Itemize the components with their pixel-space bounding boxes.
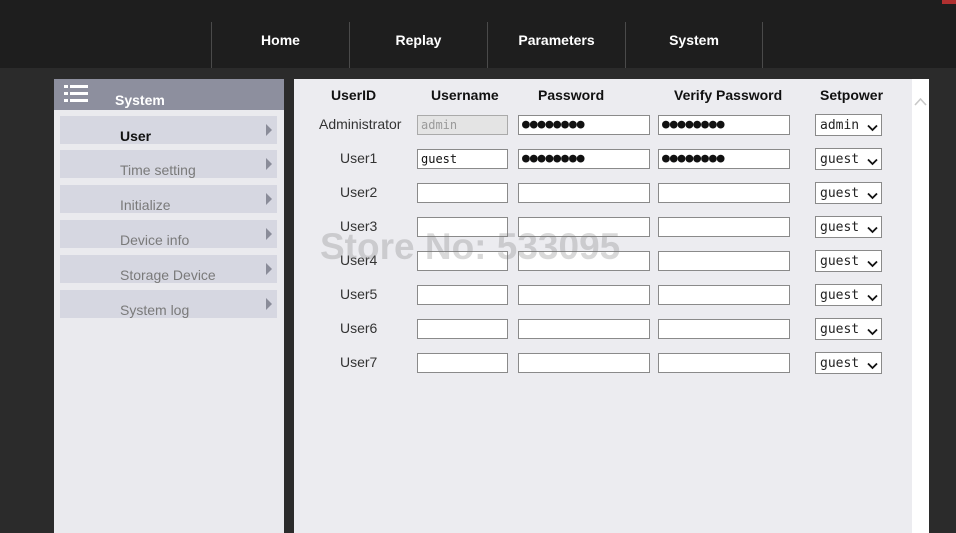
column-header-setpower: Setpower: [820, 87, 884, 103]
main-nav: Home Replay Parameters System: [211, 22, 763, 68]
chevron-right-icon: [265, 227, 273, 244]
chevron-right-icon: [265, 192, 273, 209]
setpower-select[interactable]: guest: [815, 284, 882, 306]
password-field[interactable]: ●●●●●●●●: [518, 115, 650, 135]
chevron-down-icon: [867, 359, 878, 374]
chevron-down-icon: [867, 155, 878, 170]
setpower-select[interactable]: guest: [815, 318, 882, 340]
user-id-label: User6: [340, 320, 378, 336]
username-field[interactable]: [417, 251, 508, 271]
nav-system[interactable]: System: [625, 22, 763, 68]
verify-password-field[interactable]: [658, 251, 790, 271]
verify-password-field[interactable]: [658, 319, 790, 339]
sidebar-title: System: [115, 92, 165, 108]
chevron-down-icon: [867, 223, 878, 238]
username-field[interactable]: [417, 217, 508, 237]
verify-password-field[interactable]: ●●●●●●●●: [658, 115, 790, 135]
chevron-right-icon: [265, 262, 273, 279]
setpower-value: guest: [820, 254, 860, 269]
column-header-userid: UserID: [331, 87, 377, 103]
sidebar: System User Time setting Initialize Devi…: [54, 79, 284, 533]
setpower-select[interactable]: admin: [815, 114, 882, 136]
sidebar-item-label: Time setting: [120, 162, 196, 178]
user-id-label: User3: [340, 218, 378, 234]
setpower-value: guest: [820, 356, 860, 371]
setpower-select[interactable]: guest: [815, 148, 882, 170]
nav-parameters[interactable]: Parameters: [487, 22, 625, 68]
username-field[interactable]: [417, 285, 508, 305]
chevron-right-icon: [265, 297, 273, 314]
chevron-down-icon: [867, 121, 878, 136]
column-header-username: Username: [431, 87, 499, 103]
verify-password-field[interactable]: [658, 353, 790, 373]
setpower-select[interactable]: guest: [815, 216, 882, 238]
chevron-down-icon: [867, 291, 878, 306]
setpower-select[interactable]: guest: [815, 250, 882, 272]
username-field[interactable]: [417, 183, 508, 203]
password-field[interactable]: [518, 251, 650, 271]
setpower-value: guest: [820, 220, 860, 235]
user-id-label: User2: [340, 184, 378, 200]
column-header-verify-password: Verify Password: [674, 87, 783, 103]
user-id-label: User5: [340, 286, 378, 302]
corner-accent: [942, 0, 956, 4]
username-field[interactable]: [417, 319, 508, 339]
setpower-select[interactable]: guest: [815, 182, 882, 204]
nav-home[interactable]: Home: [211, 22, 349, 68]
nav-replay[interactable]: Replay: [349, 22, 487, 68]
setpower-value: guest: [820, 186, 860, 201]
chevron-right-icon: [265, 157, 273, 174]
sidebar-item-label: Device info: [120, 232, 190, 248]
setpower-value: admin: [820, 118, 860, 133]
user-id-label: User4: [340, 252, 378, 268]
sidebar-item-label: Storage Device: [120, 267, 216, 283]
setpower-select[interactable]: guest: [815, 352, 882, 374]
chevron-down-icon: [867, 325, 878, 340]
password-field[interactable]: [518, 183, 650, 203]
user-settings-panel: UserID Username Password Verify Password…: [294, 79, 912, 533]
list-icon: [64, 84, 88, 107]
chevron-up-icon[interactable]: [914, 93, 927, 111]
verify-password-field[interactable]: ●●●●●●●●: [658, 149, 790, 169]
chevron-down-icon: [867, 257, 878, 272]
password-field[interactable]: [518, 353, 650, 373]
sidebar-item-device-info[interactable]: Device info: [60, 220, 277, 248]
sidebar-item-label: Initialize: [120, 197, 171, 213]
setpower-value: guest: [820, 288, 860, 303]
setpower-value: guest: [820, 152, 860, 167]
user-id-label: User7: [340, 354, 378, 370]
sidebar-item-label: System log: [120, 302, 190, 318]
column-header-password: Password: [538, 87, 605, 103]
sidebar-header: System: [54, 79, 284, 110]
verify-password-field[interactable]: [658, 285, 790, 305]
sidebar-item-user[interactable]: User: [60, 116, 277, 144]
password-field[interactable]: ●●●●●●●●: [518, 149, 650, 169]
sidebar-item-storage-device[interactable]: Storage Device: [60, 255, 277, 283]
chevron-right-icon: [265, 123, 273, 140]
password-field[interactable]: [518, 319, 650, 339]
setpower-value: guest: [820, 322, 860, 337]
top-navigation-bar: Home Replay Parameters System: [0, 0, 956, 68]
sidebar-item-system-log[interactable]: System log: [60, 290, 277, 318]
user-id-label: User1: [340, 150, 378, 166]
scrollbar[interactable]: [912, 79, 929, 533]
verify-password-field[interactable]: [658, 183, 790, 203]
username-field: admin: [417, 115, 508, 135]
password-field[interactable]: [518, 217, 650, 237]
verify-password-field[interactable]: [658, 217, 790, 237]
password-field[interactable]: [518, 285, 650, 305]
sidebar-item-time-setting[interactable]: Time setting: [60, 150, 277, 178]
sidebar-item-label: User: [120, 128, 152, 144]
username-field[interactable]: [417, 353, 508, 373]
chevron-down-icon: [867, 189, 878, 204]
user-id-label: Administrator: [319, 116, 402, 132]
sidebar-item-initialize[interactable]: Initialize: [60, 185, 277, 213]
username-field[interactable]: guest: [417, 149, 508, 169]
